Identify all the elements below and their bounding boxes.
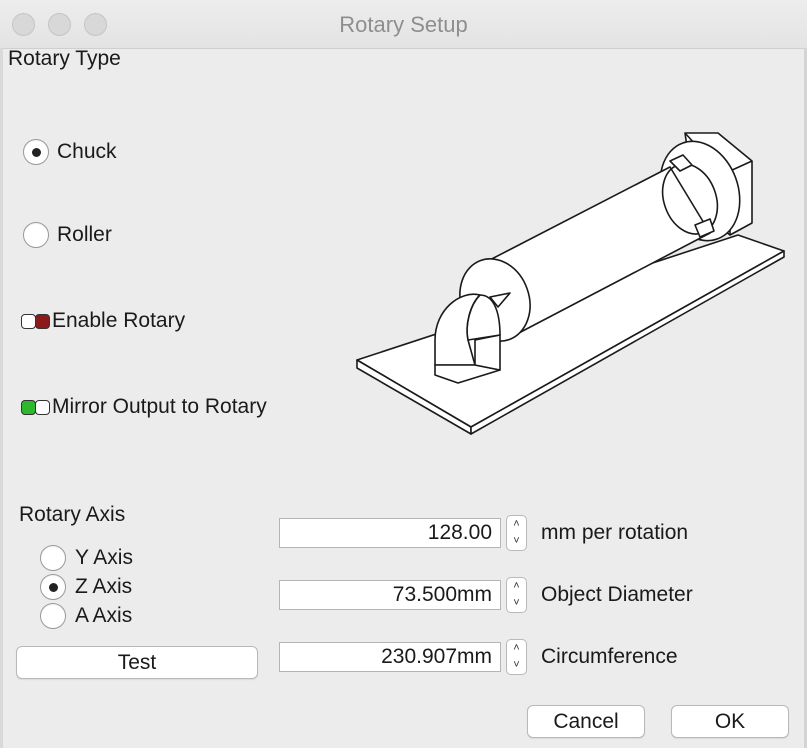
circumference-label: Circumference: [541, 645, 678, 668]
rotary-axis-heading: Rotary Axis: [19, 503, 126, 526]
radio-y-axis[interactable]: [40, 545, 66, 571]
window-edge-left: [0, 48, 3, 748]
circumference-stepper[interactable]: ˄ ˅: [506, 639, 527, 675]
radio-a-axis[interactable]: [40, 603, 66, 629]
radio-z-axis-label[interactable]: Z Axis: [75, 575, 132, 599]
mm-per-rotation-label: mm per rotation: [541, 521, 689, 544]
rotary-chuck-illustration: [356, 132, 785, 435]
radio-a-axis-label[interactable]: A Axis: [75, 604, 132, 628]
radio-roller[interactable]: [23, 222, 49, 248]
object-diameter-stepper[interactable]: ˄ ˅: [506, 577, 527, 613]
enable-rotary-toggle[interactable]: [21, 314, 50, 329]
title-bar: Rotary Setup: [0, 0, 807, 49]
radio-chuck[interactable]: [23, 139, 49, 165]
mm-per-rotation-stepper[interactable]: ˄ ˅: [506, 515, 527, 551]
chevron-up-icon[interactable]: ˄: [507, 516, 526, 533]
mirror-output-toggle[interactable]: [21, 400, 50, 415]
ok-button[interactable]: OK: [671, 705, 789, 738]
mm-per-rotation-input[interactable]: 128.00: [279, 518, 501, 548]
radio-roller-label[interactable]: Roller: [57, 223, 112, 247]
object-diameter-input[interactable]: 73.500mm: [279, 580, 501, 610]
chevron-down-icon[interactable]: ˅: [507, 657, 526, 674]
radio-selected-dot: [49, 583, 58, 592]
radio-y-axis-label[interactable]: Y Axis: [75, 546, 133, 570]
chevron-up-icon[interactable]: ˄: [507, 640, 526, 657]
mirror-output-label[interactable]: Mirror Output to Rotary: [52, 395, 267, 419]
circumference-input[interactable]: 230.907mm: [279, 642, 501, 672]
enable-rotary-label[interactable]: Enable Rotary: [52, 309, 185, 333]
chevron-up-icon[interactable]: ˄: [507, 578, 526, 595]
radio-chuck-label[interactable]: Chuck: [57, 140, 117, 164]
chevron-down-icon[interactable]: ˅: [507, 533, 526, 550]
rotary-type-heading: Rotary Type: [8, 47, 121, 70]
object-diameter-label: Object Diameter: [541, 583, 693, 606]
test-button[interactable]: Test: [16, 646, 258, 679]
radio-z-axis[interactable]: [40, 574, 66, 600]
radio-selected-dot: [32, 148, 41, 157]
chevron-down-icon[interactable]: ˅: [507, 595, 526, 612]
window-title: Rotary Setup: [339, 12, 468, 37]
cancel-button[interactable]: Cancel: [527, 705, 645, 738]
